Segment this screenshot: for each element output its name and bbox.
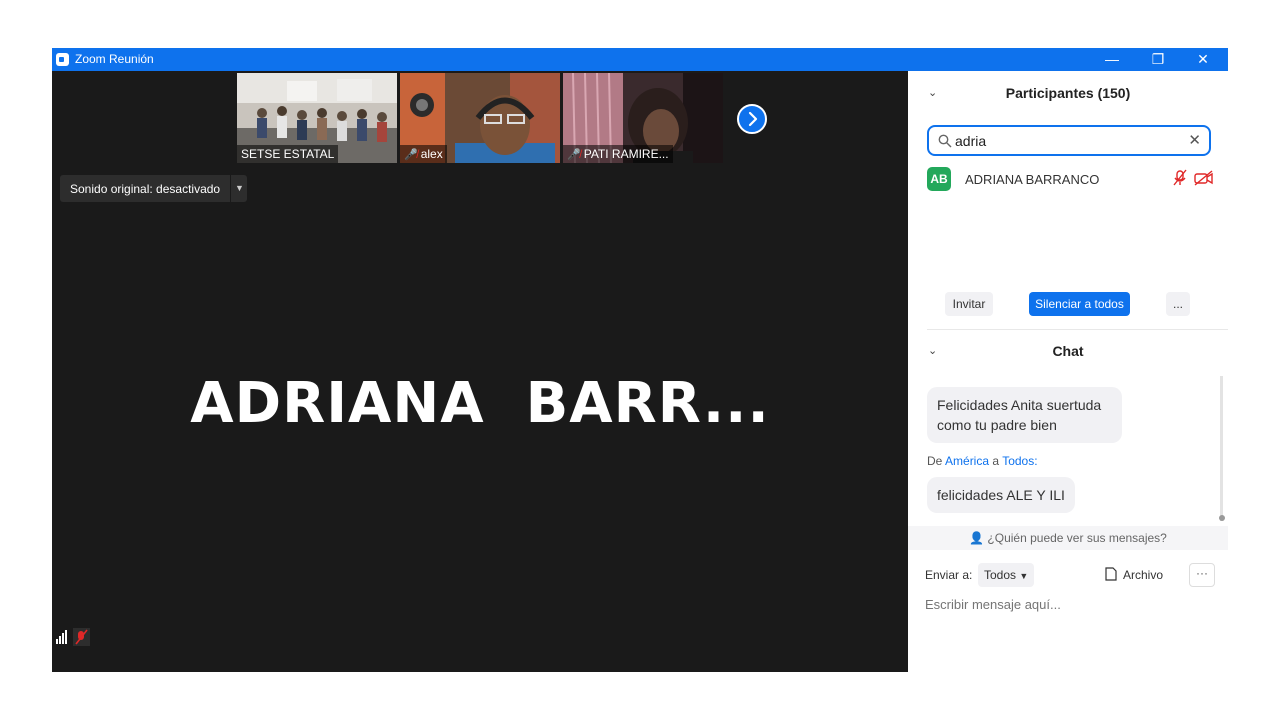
chevron-down-icon[interactable]: ⌄ xyxy=(928,75,937,111)
chat-recipient[interactable]: Todos: xyxy=(1002,454,1037,468)
chat-message: felicidades ALE Y ILI xyxy=(927,477,1075,513)
more-options-button[interactable]: ... xyxy=(1166,292,1190,316)
original-sound-toggle[interactable]: Sonido original: desactivado ▼ xyxy=(60,175,247,202)
zoom-window: Zoom Reunión — ❐ ✕ SETSE ESTATAL 🎤̸ alex… xyxy=(52,48,1228,672)
participant-name: ADRIANA BARRANCO xyxy=(965,172,1100,187)
video-off-icon[interactable] xyxy=(1194,169,1214,187)
thumbnail-name-text: PATI RAMIRE... xyxy=(583,147,669,161)
who-can-see-text: ¿Quién puede ver sus mensajes? xyxy=(987,531,1167,545)
mic-muted-icon[interactable] xyxy=(1172,169,1188,187)
minimize-button[interactable]: — xyxy=(1089,48,1135,71)
file-icon xyxy=(1105,567,1117,581)
thumbnail-name: SETSE ESTATAL xyxy=(237,145,339,163)
mute-all-button[interactable]: Silenciar a todos xyxy=(1029,292,1130,316)
next-page-button[interactable] xyxy=(737,104,767,134)
status-icons xyxy=(54,627,90,647)
divider xyxy=(927,329,1228,330)
scroll-thumb[interactable] xyxy=(1219,515,1225,521)
participants-title: Participantes (150) xyxy=(1005,85,1131,101)
chat-sender-line: De América a Todos: xyxy=(927,454,1038,468)
chevron-down-icon[interactable]: ⌄ xyxy=(928,333,937,369)
chat-from-prefix: De xyxy=(927,454,943,468)
video-thumbnail-pati[interactable]: 🎤̸ PATI RAMIRE... xyxy=(563,73,723,163)
invite-button[interactable]: Invitar xyxy=(945,292,993,316)
who-can-see-bar[interactable]: 👤 ¿Quién puede ver sus mensajes? xyxy=(908,526,1228,550)
participants-header: ⌄ Participantes (150) xyxy=(908,75,1228,111)
chat-title: Chat xyxy=(1052,343,1084,359)
clear-search-icon[interactable]: ✕ xyxy=(1188,131,1201,149)
chat-message: Felicidades Anita suertuda como tu padre… xyxy=(927,387,1122,443)
participant-search-input[interactable] xyxy=(955,131,1175,151)
thumbnail-name-text: SETSE ESTATAL xyxy=(241,147,335,161)
side-panel: ⌄ Participantes (150) ✕ AB ADRIANA BARRA… xyxy=(908,71,1228,672)
send-to-dropdown[interactable]: Todos ▼ xyxy=(978,563,1035,587)
chat-sender[interactable]: América xyxy=(945,454,989,468)
video-thumbnail-alex[interactable]: 🎤̸ alex xyxy=(400,73,560,163)
file-button[interactable]: Archivo xyxy=(1105,567,1163,582)
chat-header: ⌄ Chat xyxy=(908,333,1228,369)
send-to-label: Enviar a: xyxy=(925,568,973,582)
signal-strength-icon xyxy=(56,628,90,646)
mic-muted-icon: 🎤̸ xyxy=(404,149,418,161)
send-to-row: Enviar a: Todos ▼ Archivo ··· xyxy=(925,563,1215,589)
video-area: SETSE ESTATAL 🎤̸ alex 🎤̸ PATI RAMIRE... … xyxy=(52,71,908,672)
zoom-app-icon xyxy=(56,53,69,66)
mic-muted-icon: 🎤̸ xyxy=(567,149,581,161)
window-title: Zoom Reunión xyxy=(75,52,154,66)
chevron-down-icon: ▼ xyxy=(1019,571,1029,581)
chat-scrollbar[interactable] xyxy=(1220,376,1223,521)
search-icon xyxy=(938,134,952,148)
avatar: AB xyxy=(927,167,951,191)
close-button[interactable]: ✕ xyxy=(1180,48,1226,71)
thumbnail-name: 🎤̸ alex xyxy=(400,145,447,163)
thumbnail-name: 🎤̸ PATI RAMIRE... xyxy=(563,145,673,163)
chat-message-input[interactable] xyxy=(925,594,1215,614)
chevron-down-icon[interactable]: ▼ xyxy=(230,175,248,202)
participant-search[interactable]: ✕ xyxy=(927,125,1211,156)
chat-messages[interactable]: Felicidades Anita suertuda como tu padre… xyxy=(927,369,1217,529)
thumbnail-name-text: alex xyxy=(420,147,443,161)
file-label: Archivo xyxy=(1123,568,1164,582)
chat-connector: a xyxy=(992,454,1000,468)
active-speaker-name: ADRIANA BARR... xyxy=(190,371,770,436)
restore-button[interactable]: ❐ xyxy=(1135,48,1181,71)
send-to-value: Todos xyxy=(984,568,1017,582)
video-thumbnail-setse[interactable]: SETSE ESTATAL xyxy=(237,73,397,163)
original-sound-label: Sonido original: desactivado xyxy=(70,182,221,196)
person-icon: 👤 xyxy=(969,531,985,545)
chat-more-button[interactable]: ··· xyxy=(1189,563,1215,587)
chevron-right-icon xyxy=(748,111,758,127)
title-bar: Zoom Reunión — ❐ ✕ xyxy=(52,48,1228,71)
participant-row[interactable]: AB ADRIANA BARRANCO xyxy=(927,167,1217,191)
